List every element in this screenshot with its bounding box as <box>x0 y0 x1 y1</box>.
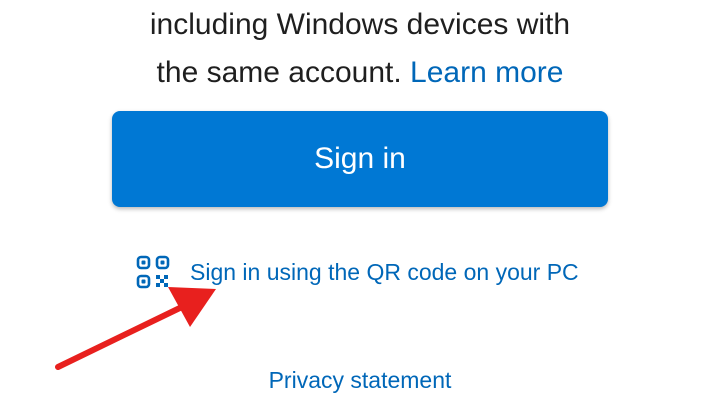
description-line-1: including Windows devices with <box>149 8 571 41</box>
sign-in-screen: including Windows devices with the same … <box>0 0 720 417</box>
privacy-statement-row: Privacy statement <box>0 362 720 398</box>
description-text: including Windows devices with the same … <box>0 0 720 97</box>
qr-sign-in-label: Sign in using the QR code on your PC <box>190 258 579 285</box>
learn-more-link[interactable]: Learn more <box>410 56 563 89</box>
description-line-2: the same account. Learn more <box>0 49 720 97</box>
sign-in-button[interactable]: Sign in <box>112 111 608 207</box>
description-line-2-text: the same account. <box>156 56 411 89</box>
privacy-statement-link[interactable]: Privacy statement <box>269 367 452 393</box>
